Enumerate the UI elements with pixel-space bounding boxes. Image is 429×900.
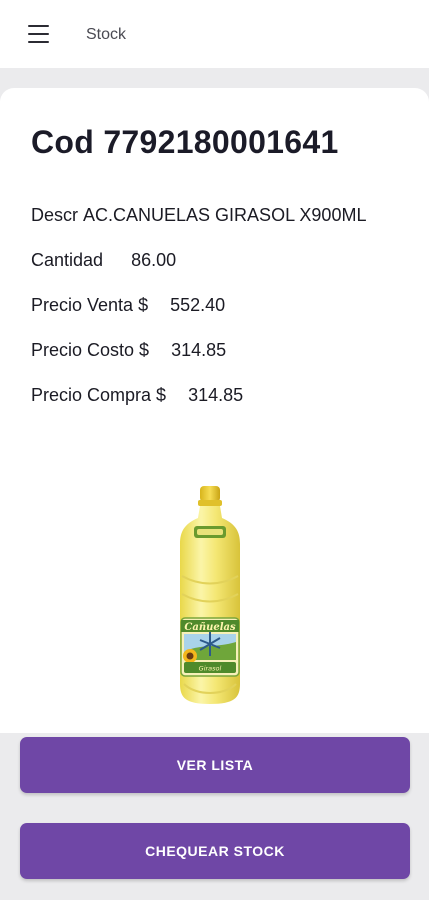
quantity-label: Cantidad [31, 250, 104, 270]
cost-price-label: Precio Costo $ [31, 340, 150, 360]
product-image: Cañuelas Girasol [180, 486, 240, 704]
quantity-value: 86.00 [131, 250, 177, 270]
purchase-price-value: 314.85 [188, 385, 244, 405]
app-bar: Stock [0, 0, 429, 68]
quantity-row: Cantidad 86.00 [31, 250, 176, 271]
sale-price-label: Precio Venta $ [31, 295, 149, 315]
bottle-brand-text: Cañuelas [184, 622, 236, 633]
description-value: AC.CANUELAS GIRASOL X900ML [83, 205, 367, 225]
bottle-variant-text: Girasol [199, 665, 222, 673]
hamburger-menu-icon[interactable] [28, 25, 50, 44]
purchase-price-label: Precio Compra $ [31, 385, 167, 405]
ver-lista-button[interactable]: VER LISTA [20, 737, 410, 793]
sale-price-value: 552.40 [170, 295, 226, 315]
app-title: Stock [86, 26, 127, 43]
sale-price-row: Precio Venta $ 552.40 [31, 295, 225, 316]
product-code-heading: Cod 7792180001641 [31, 124, 339, 161]
cost-price-row: Precio Costo $ 314.85 [31, 340, 226, 361]
code-value: 7792180001641 [103, 124, 339, 160]
chequear-stock-button[interactable]: CHEQUEAR STOCK [20, 823, 410, 879]
code-label: Cod [31, 124, 95, 160]
cost-price-value: 314.85 [171, 340, 227, 360]
description-label: Descr [31, 205, 79, 225]
description-row: Descr AC.CANUELAS GIRASOL X900ML [31, 205, 366, 226]
purchase-price-row: Precio Compra $ 314.85 [31, 385, 243, 406]
